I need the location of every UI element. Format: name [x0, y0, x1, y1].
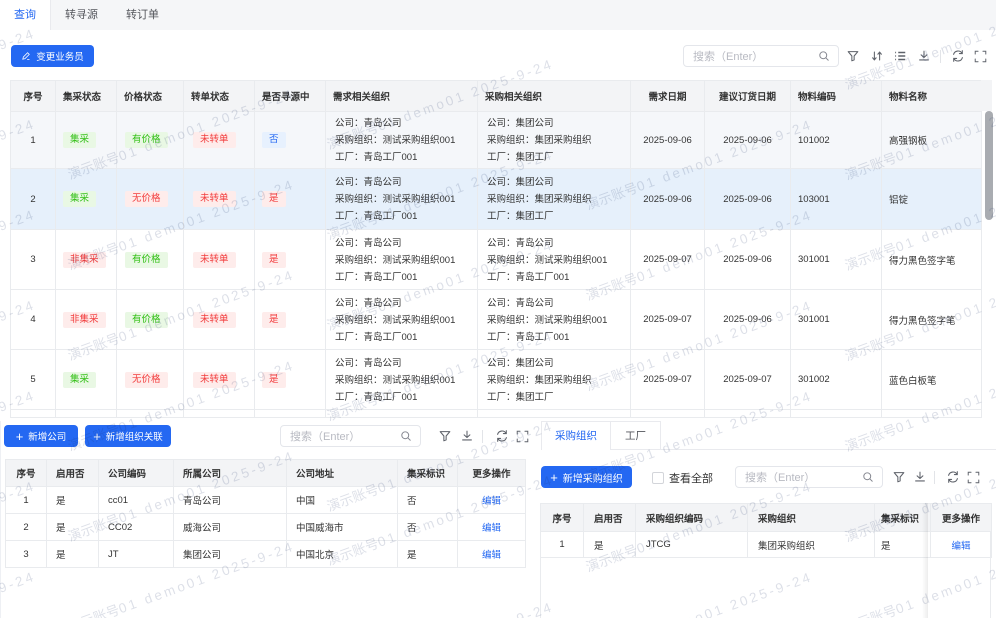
- svg-text:演示账号01 demo01 2025-9-24: 演示账号01 demo01 2025-9-24: [325, 599, 556, 618]
- svg-text:演示账号01 demo01 2025-9-24: 演示账号01 demo01 2025-9-24: [0, 569, 38, 618]
